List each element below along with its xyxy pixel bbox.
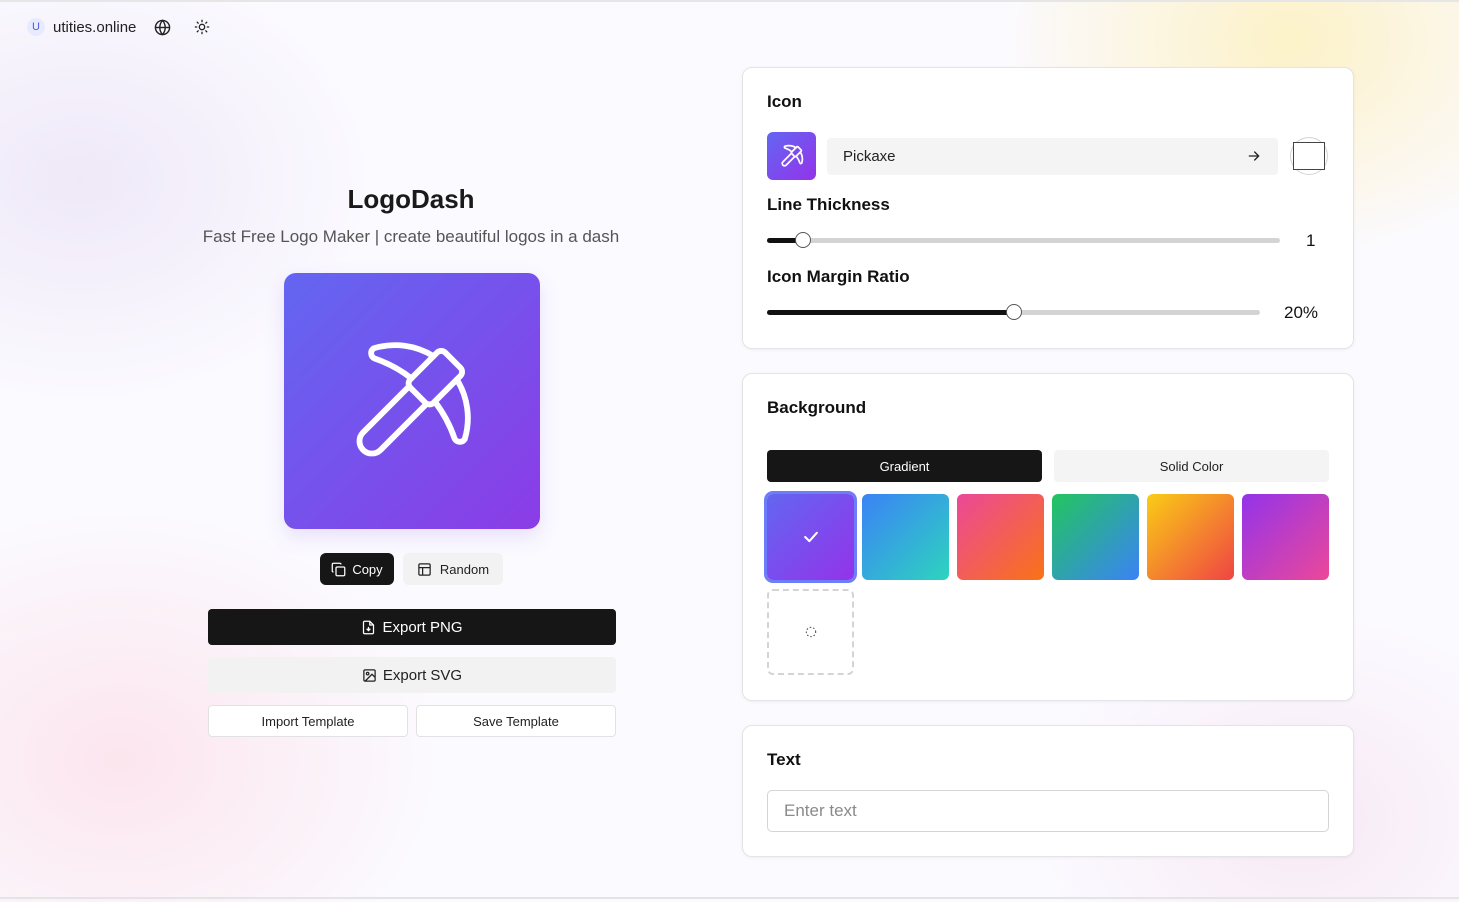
icon-margin-fill	[767, 310, 1014, 315]
tab-gradient[interactable]: Gradient	[767, 450, 1042, 482]
tab-solid-color[interactable]: Solid Color	[1054, 450, 1329, 482]
site-name-link[interactable]: utities.online	[53, 19, 136, 36]
layout-icon	[418, 562, 431, 576]
copy-button[interactable]: Copy	[320, 553, 394, 585]
background-card-title: Background	[767, 398, 867, 417]
icon-color-swatch	[1293, 142, 1325, 170]
line-thickness-thumb[interactable]	[794, 232, 811, 248]
icon-select-value: Pickaxe	[843, 148, 896, 165]
export-png-label: Export PNG	[382, 618, 463, 636]
random-button[interactable]: Random	[403, 553, 503, 585]
app-subtitle: Fast Free Logo Maker | create beautiful …	[202, 227, 620, 246]
image-icon	[363, 668, 376, 682]
globe-icon[interactable]	[152, 17, 172, 37]
icon-margin-thumb[interactable]	[1005, 304, 1022, 320]
add-gradient-button[interactable]	[767, 589, 854, 675]
file-download-icon	[363, 620, 375, 634]
save-template-button[interactable]: Save Template	[416, 705, 616, 737]
icon-color-picker[interactable]	[1290, 137, 1328, 175]
icon-select[interactable]: Pickaxe	[827, 138, 1278, 175]
import-template-button[interactable]: Import Template	[208, 705, 408, 737]
sun-icon[interactable]	[192, 17, 212, 37]
export-svg-button[interactable]: Export SVG	[208, 657, 616, 693]
line-thickness-slider[interactable]	[767, 232, 1280, 248]
text-input[interactable]	[767, 790, 1329, 832]
gradient-swatch[interactable]	[957, 494, 1044, 580]
icon-card-title: Icon	[767, 92, 802, 111]
line-thickness-value: 1	[1306, 231, 1316, 250]
icon-card: Icon Pickaxe Line Thickness 1 Icon Margi…	[742, 67, 1354, 349]
text-card: Text	[742, 725, 1354, 857]
gradient-swatch[interactable]	[1052, 494, 1139, 580]
export-svg-label: Export SVG	[382, 666, 463, 684]
icon-margin-label: Icon Margin Ratio	[767, 267, 910, 286]
icon-margin-slider[interactable]	[767, 304, 1260, 320]
logo-preview	[284, 273, 540, 529]
random-label: Random	[439, 561, 490, 577]
export-png-button[interactable]: Export PNG	[208, 609, 616, 645]
copy-icon	[331, 562, 346, 576]
copy-label: Copy	[352, 561, 383, 577]
pickaxe-icon	[780, 144, 803, 167]
gradient-swatch[interactable]	[767, 494, 854, 580]
top-bar: U utities.online	[27, 16, 212, 38]
gradient-swatch[interactable]	[1147, 494, 1234, 580]
app-title: LogoDash	[347, 184, 475, 214]
gradient-swatch[interactable]	[1242, 494, 1329, 580]
check-icon	[803, 531, 818, 543]
bottom-border	[0, 897, 1459, 899]
line-thickness-label: Line Thickness	[767, 195, 890, 214]
pickaxe-icon	[356, 342, 471, 457]
top-border	[0, 0, 1459, 2]
site-badge[interactable]: U	[27, 18, 45, 36]
icon-margin-value: 20%	[1284, 303, 1319, 322]
icon-chip-button[interactable]	[767, 132, 816, 180]
loading-dots-icon	[805, 626, 816, 638]
gradient-swatch[interactable]	[862, 494, 949, 580]
text-card-title: Text	[767, 750, 801, 769]
background-card: Background Gradient Solid Color	[742, 373, 1354, 701]
arrow-right-icon	[1248, 151, 1260, 161]
